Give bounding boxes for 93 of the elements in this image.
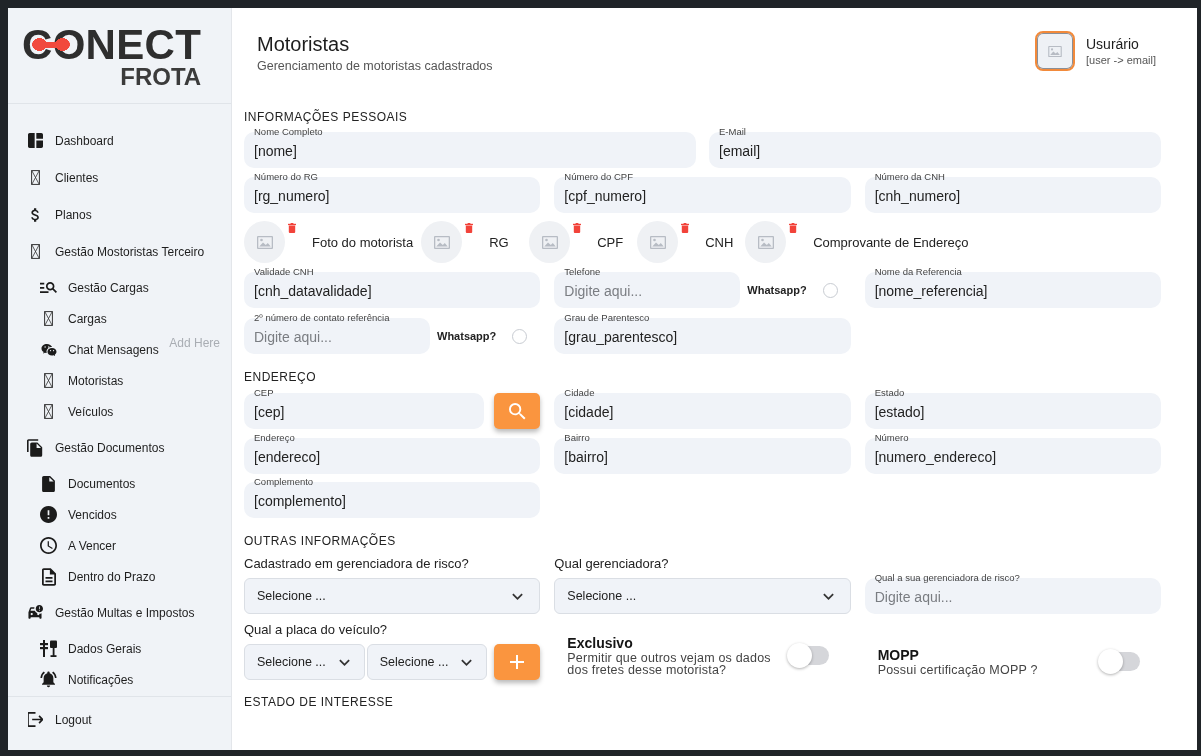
toggle-description: Permitir que outros vejam os dados dos fretes desse motorista? — [567, 652, 772, 676]
chevron-down-icon — [338, 658, 350, 666]
radio-button[interactable] — [822, 282, 838, 298]
question-label: Qual gerenciadora? — [554, 557, 670, 571]
user-email: [user -> email] — [1086, 53, 1156, 67]
nav-subitem[interactable]: Motoristas — [40, 365, 124, 396]
crossed-box-icon — [30, 170, 40, 185]
select-dropdown[interactable]: Selecione ... — [366, 644, 488, 680]
nav-item[interactable]: Gestão Documentos — [27, 429, 165, 466]
nav-subitem[interactable]: Chat Mensagens — [40, 334, 159, 365]
image-upload-slot[interactable] — [421, 221, 463, 263]
toggle-title: Exclusivo — [567, 635, 634, 652]
search-icon — [508, 402, 526, 420]
chevron-down-icon — [822, 592, 834, 600]
image-icon — [256, 235, 273, 249]
image-upload-slot[interactable] — [244, 221, 285, 263]
nav-subitem[interactable]: Dados Gerais — [40, 633, 142, 664]
crossed-box-icon — [44, 373, 53, 388]
section-heading: ENDEREÇO — [244, 370, 317, 384]
image-icon — [757, 235, 774, 249]
page-title: Motoristas — [257, 32, 351, 56]
upload-label: CNH — [705, 234, 735, 250]
nav-subitem[interactable]: Dentro do Prazo — [40, 561, 156, 592]
logout-icon — [27, 712, 43, 727]
image-icon — [649, 235, 666, 249]
radio-label: Whatsapp? — [437, 330, 497, 342]
radio-button[interactable] — [512, 328, 528, 344]
trash-icon[interactable] — [465, 223, 474, 233]
toggle-description: Possui certificação MOPP ? — [877, 664, 1039, 676]
logo-wordmark: CONECT — [22, 24, 202, 66]
section-heading: ESTADO DE INTERESSE — [244, 695, 395, 709]
nav-item[interactable]: Gestão Multas e Impostos — [27, 594, 195, 631]
crossed-box-icon — [44, 311, 53, 326]
avatar-placeholder[interactable] — [1035, 31, 1075, 71]
trash-icon[interactable] — [573, 223, 582, 233]
nav-subitem[interactable]: Vencidos — [40, 499, 117, 530]
image-icon — [541, 235, 558, 249]
crossed-box-icon — [30, 244, 40, 259]
image-icon — [433, 235, 450, 249]
upload-label: CPF — [597, 234, 625, 250]
toggle-switch[interactable] — [787, 643, 830, 668]
bell-icon — [40, 671, 57, 688]
nav-subitem[interactable]: A Vencer — [40, 530, 117, 561]
nav-subitem[interactable]: Veículos — [40, 396, 114, 427]
plus-icon — [510, 655, 525, 669]
documents-icon — [27, 438, 43, 457]
upload-label: Comprovante de Endereço — [813, 234, 970, 250]
file-text-icon — [41, 567, 56, 586]
trash-icon[interactable] — [288, 223, 296, 233]
trash-icon[interactable] — [681, 223, 690, 233]
radio-label: Whatsapp? — [747, 284, 807, 296]
image-upload-slot[interactable] — [745, 221, 787, 263]
user-name: Usurário — [1086, 36, 1140, 53]
dashboard-icon — [27, 133, 43, 148]
upload-label: RG — [489, 234, 510, 250]
image-icon — [1048, 45, 1062, 57]
nav-subitem[interactable]: Documentos — [40, 468, 136, 499]
crossed-box-icon — [44, 404, 53, 419]
dollar-icon — [30, 206, 40, 223]
nav-subitem[interactable]: Notificações — [40, 664, 134, 695]
upload-label: Foto do motorista — [312, 234, 415, 250]
section-heading: OUTRAS INFORMAÇÕES — [244, 534, 397, 548]
add-button[interactable] — [494, 644, 541, 680]
search-button[interactable] — [494, 393, 541, 429]
list-search-icon — [40, 281, 57, 294]
placeholder-note: Add Here — [169, 336, 221, 350]
page-subtitle: Gerenciamento de motoristas cadastrados — [257, 58, 493, 74]
logo-tagline: FROTA — [120, 65, 202, 89]
image-upload-slot[interactable] — [529, 221, 571, 263]
clock-icon — [40, 536, 57, 555]
select-dropdown[interactable]: Selecione ... — [244, 644, 365, 680]
toggle-switch[interactable] — [1097, 649, 1140, 674]
nav-item[interactable]: Dashboard — [27, 122, 114, 159]
select-dropdown[interactable]: Selecione ... — [244, 578, 541, 614]
logout-button[interactable]: Logout — [27, 701, 92, 738]
car-alert-icon — [27, 603, 43, 622]
nav-item[interactable]: Clientes — [27, 159, 99, 196]
question-label: Cadastrado em gerenciadora de risco? — [244, 557, 470, 571]
chat-bubbles-icon — [40, 342, 57, 357]
nav-subitem[interactable]: Cargas — [40, 303, 107, 334]
chevron-down-icon — [461, 658, 473, 666]
nav-subitem[interactable]: Gestão Cargas — [40, 272, 149, 303]
image-upload-slot[interactable] — [637, 221, 679, 263]
file-icon — [42, 475, 55, 492]
chevron-down-icon — [512, 592, 524, 600]
question-label: Qual a placa do veículo? — [244, 623, 389, 637]
select-dropdown[interactable]: Selecione ... — [554, 578, 851, 614]
toggle-title: MOPP — [877, 647, 920, 664]
section-heading: INFORMAÇÕES PESSOAIS — [244, 110, 409, 124]
trash-icon[interactable] — [789, 223, 798, 233]
road-signs-icon — [40, 640, 57, 657]
nav-item[interactable]: Planos — [27, 196, 92, 233]
nav-item[interactable]: Gestão Mostoristas Terceiro — [27, 233, 205, 270]
